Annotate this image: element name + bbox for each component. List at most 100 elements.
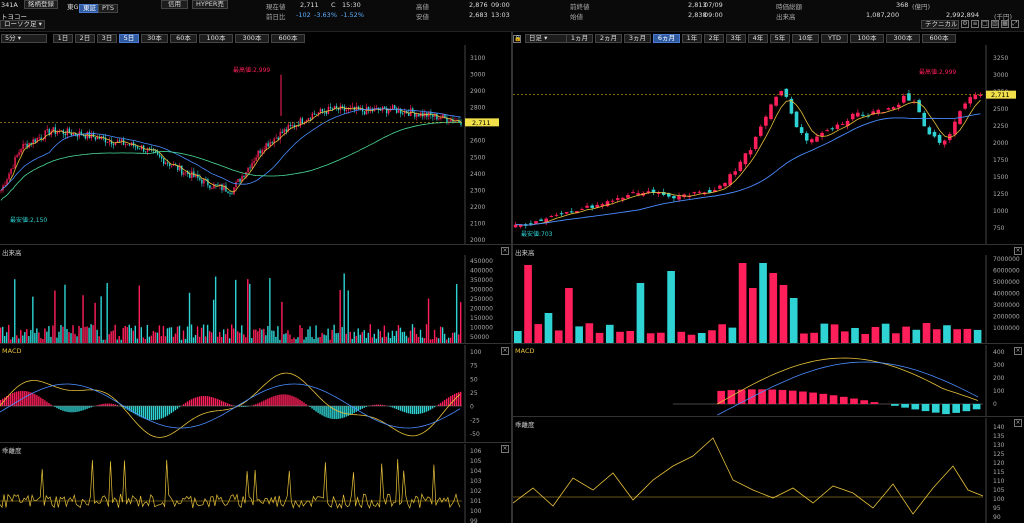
right-range-tab[interactable]: 3年 xyxy=(726,34,746,43)
volume-bar xyxy=(212,299,215,343)
right-range-tab[interactable]: 600本 xyxy=(922,34,956,43)
macd-histogram-bar xyxy=(393,406,396,409)
volume-bar xyxy=(208,331,211,343)
candle-body xyxy=(804,133,809,141)
left-range-tab[interactable]: 3日 xyxy=(97,34,117,43)
volume-bar xyxy=(0,327,2,343)
volume-bar xyxy=(64,284,66,343)
watchlist-button[interactable]: 銘柄登録 xyxy=(24,0,58,9)
gear-icon[interactable]: ⚙ xyxy=(961,20,969,28)
candle-body xyxy=(118,140,121,142)
macd-histogram-bar xyxy=(778,389,787,404)
lock-icon[interactable]: 🔒 xyxy=(513,35,521,43)
volume-bar xyxy=(457,334,460,343)
right-range-tab[interactable]: 10年 xyxy=(792,34,819,43)
left-range-tab[interactable]: 100本 xyxy=(199,34,233,43)
volume-bar xyxy=(315,325,317,343)
technical-button[interactable]: テクニカル xyxy=(921,20,959,29)
macd-histogram-bar xyxy=(110,403,112,406)
grid-icon[interactable]: ▦ xyxy=(1001,20,1009,28)
right-volume-chart[interactable]: 7000000 6000000 5000000 4000000 3000000 20000… xyxy=(513,255,1024,343)
pts-button[interactable]: PTS xyxy=(98,4,119,13)
candle-body xyxy=(136,146,139,149)
candle-type-select[interactable]: ローソク足 ▾ xyxy=(0,20,45,29)
right-macd-chart[interactable]: 400 300 200 100 0 xyxy=(513,345,1024,416)
macd-histogram-bar xyxy=(343,406,345,418)
toshou-button[interactable]: 東証 xyxy=(79,4,100,13)
right-range-tab[interactable]: 300本 xyxy=(886,34,920,43)
right-range-tab[interactable]: 2ヵ月 xyxy=(595,34,622,43)
candle-body xyxy=(329,106,332,109)
volume-bar xyxy=(616,331,624,343)
left-macd-chart[interactable]: 100 75 50 25 0 -25 -50 xyxy=(0,345,511,442)
right-range-tab[interactable]: 1年 xyxy=(682,34,702,43)
candle-body xyxy=(253,161,255,163)
macd-histogram-bar xyxy=(839,396,848,404)
candle-body xyxy=(886,108,891,110)
volume-bar xyxy=(514,330,522,343)
volume-bar xyxy=(405,335,408,343)
price-box-label: 2,711 xyxy=(991,91,1010,99)
candle-body xyxy=(677,195,681,200)
left-range-tab[interactable]: 2日 xyxy=(75,34,95,43)
volume-value: 1,087,200 xyxy=(866,11,900,19)
left-range-tab[interactable]: 30本 xyxy=(141,34,168,43)
macd-histogram-bar xyxy=(819,393,828,404)
volume-bar xyxy=(840,331,849,343)
right-range-tab[interactable]: 5年 xyxy=(770,34,790,43)
macd-histogram-bar xyxy=(439,402,442,406)
volume-bar xyxy=(263,328,265,343)
macd-histogram-bar xyxy=(395,406,398,410)
right-range-tab[interactable]: 2年 xyxy=(704,34,724,43)
volume-bar xyxy=(96,329,98,343)
candle-body xyxy=(217,184,219,186)
window-icon[interactable]: □ xyxy=(981,20,989,28)
right-range-tab[interactable]: 4年 xyxy=(748,34,768,43)
volume-bar xyxy=(92,325,94,343)
left-range-tab[interactable]: 60本 xyxy=(170,34,197,43)
credit-button[interactable]: 信用 xyxy=(161,0,188,9)
right-macd-axis-tick: 300 xyxy=(993,362,1005,369)
left-interval-select[interactable]: 5分 ▾ xyxy=(1,34,47,43)
close-icon[interactable]: × xyxy=(501,247,509,255)
expand-icon[interactable]: ⤢ xyxy=(1011,20,1019,28)
right-range-tab[interactable]: 1ヵ月 xyxy=(566,34,593,43)
hyper-sell-button[interactable]: HYPER売 xyxy=(192,0,228,9)
right-range-tab[interactable]: 6ヵ月 xyxy=(653,34,680,43)
left-volume-chart[interactable]: 450000 400000 350000 300000 250000 200000 1500… xyxy=(0,255,511,343)
tile-icon[interactable]: ▥ xyxy=(991,20,999,28)
candle-body xyxy=(307,118,310,121)
left-deviation-chart[interactable]: 106 105 104 103 102 101 100 99 xyxy=(0,444,511,523)
volume-bar xyxy=(544,313,553,343)
left-price-chart[interactable]: 3100300029002800270026002500240023002200… xyxy=(0,45,511,244)
macd-histogram-bar xyxy=(188,400,191,406)
candle-body xyxy=(422,112,424,117)
volume-bar xyxy=(231,324,233,343)
right-interval-select[interactable]: 日足 ▾ xyxy=(525,34,571,43)
macd-histogram-bar xyxy=(317,406,319,413)
left-range-tab[interactable]: 1日 xyxy=(53,34,73,43)
list-icon[interactable]: ≡ xyxy=(971,20,979,28)
volume-label: 出来高 xyxy=(776,13,796,21)
left-range-tab[interactable]: 600本 xyxy=(271,34,305,43)
right-range-tab[interactable]: 100本 xyxy=(850,34,884,43)
right-deviation-chart[interactable]: 140 135 130 125 120 115 110 105 100 95 90 xyxy=(513,418,1024,523)
right-price-chart[interactable]: 3250300027502500225020001750150012501000… xyxy=(513,45,1024,244)
volume-bar xyxy=(126,327,128,343)
candle-body xyxy=(138,148,141,150)
right-range-tab[interactable]: 3ヵ月 xyxy=(624,34,651,43)
right-price-axis-tick: 3250 xyxy=(993,55,1008,62)
volume-bar xyxy=(433,329,436,343)
macd-histogram-bar xyxy=(224,402,227,406)
volume-bar xyxy=(327,328,329,343)
volume-bar xyxy=(30,330,32,343)
close-icon[interactable]: × xyxy=(1014,247,1022,255)
left-range-tab[interactable]: 5日 xyxy=(119,34,139,43)
left-volume-axis-tick: 400000 xyxy=(470,268,493,275)
right-range-tab[interactable]: YTD xyxy=(821,34,848,43)
left-deviation-axis-tick: 102 xyxy=(470,488,482,495)
prev-close-label: 前終値 xyxy=(570,3,590,11)
candle-body xyxy=(774,96,778,106)
macd-histogram-bar xyxy=(727,390,736,404)
left-range-tab[interactable]: 300本 xyxy=(235,34,269,43)
